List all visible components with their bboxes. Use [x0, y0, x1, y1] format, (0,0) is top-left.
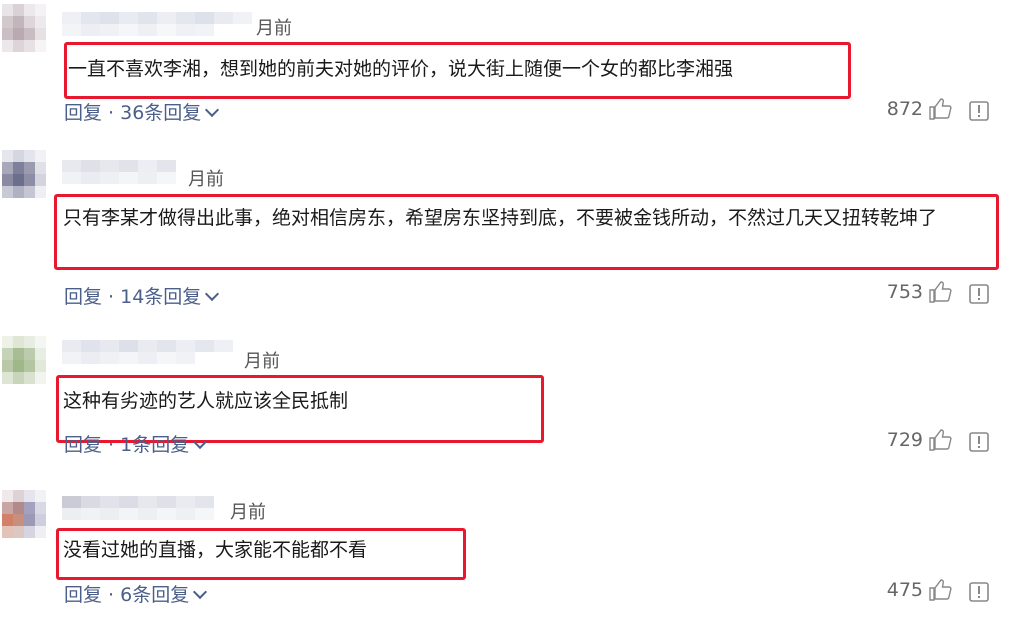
username-blurred[interactable] [62, 496, 226, 520]
comment-time: 月前 [188, 169, 224, 190]
comment-text: 这种有劣迹的艺人就应该全民抵制 [63, 390, 349, 412]
reply-label: 回复 · 36条回复 [64, 102, 202, 124]
like-count: 729 [886, 429, 923, 451]
reply-link[interactable]: 回复 · 1条回复 [64, 430, 208, 457]
username-blurred[interactable] [62, 160, 188, 184]
report-icon[interactable] [969, 101, 989, 121]
username-blurred[interactable] [62, 340, 244, 364]
comment-text: 只有李某才做得出此事，绝对相信房东，希望房东坚持到底，不要被金钱所动，不然过几天… [63, 207, 938, 229]
comment-time: 月前 [244, 351, 280, 372]
avatar[interactable] [2, 4, 46, 64]
reply-label: 回复 · 14条回复 [64, 286, 202, 308]
chevron-down-icon[interactable] [193, 434, 208, 450]
avatar[interactable] [2, 150, 46, 210]
reply-label: 回复 · 6条回复 [64, 584, 190, 606]
chevron-down-icon[interactable] [205, 286, 220, 302]
like-count: 753 [886, 281, 923, 303]
comment-time: 月前 [230, 502, 266, 523]
reply-link[interactable]: 回复 · 14条回复 [64, 282, 220, 309]
report-icon[interactable] [969, 582, 989, 602]
chevron-down-icon[interactable] [193, 584, 208, 600]
thumbs-up-icon[interactable] [928, 578, 952, 602]
report-icon[interactable] [969, 432, 989, 452]
reply-link[interactable]: 回复 · 36条回复 [64, 98, 220, 125]
avatar[interactable] [2, 490, 46, 550]
avatar[interactable] [2, 336, 46, 396]
comment-text: 一直不喜欢李湘，想到她的前夫对她的评价，说大街上随便一个女的都比李湘强 [68, 58, 734, 80]
comment-time: 月前 [256, 18, 292, 39]
like-count: 475 [886, 579, 923, 601]
report-icon[interactable] [969, 284, 989, 304]
like-count: 872 [886, 98, 923, 120]
thumbs-up-icon[interactable] [928, 97, 952, 121]
chevron-down-icon[interactable] [205, 102, 220, 118]
comment-text: 没看过她的直播，大家能不能都不看 [63, 539, 368, 561]
thumbs-up-icon[interactable] [928, 280, 952, 304]
reply-link[interactable]: 回复 · 6条回复 [64, 580, 208, 607]
thumbs-up-icon[interactable] [928, 428, 952, 452]
username-blurred[interactable] [62, 12, 256, 36]
reply-label: 回复 · 1条回复 [64, 434, 190, 456]
